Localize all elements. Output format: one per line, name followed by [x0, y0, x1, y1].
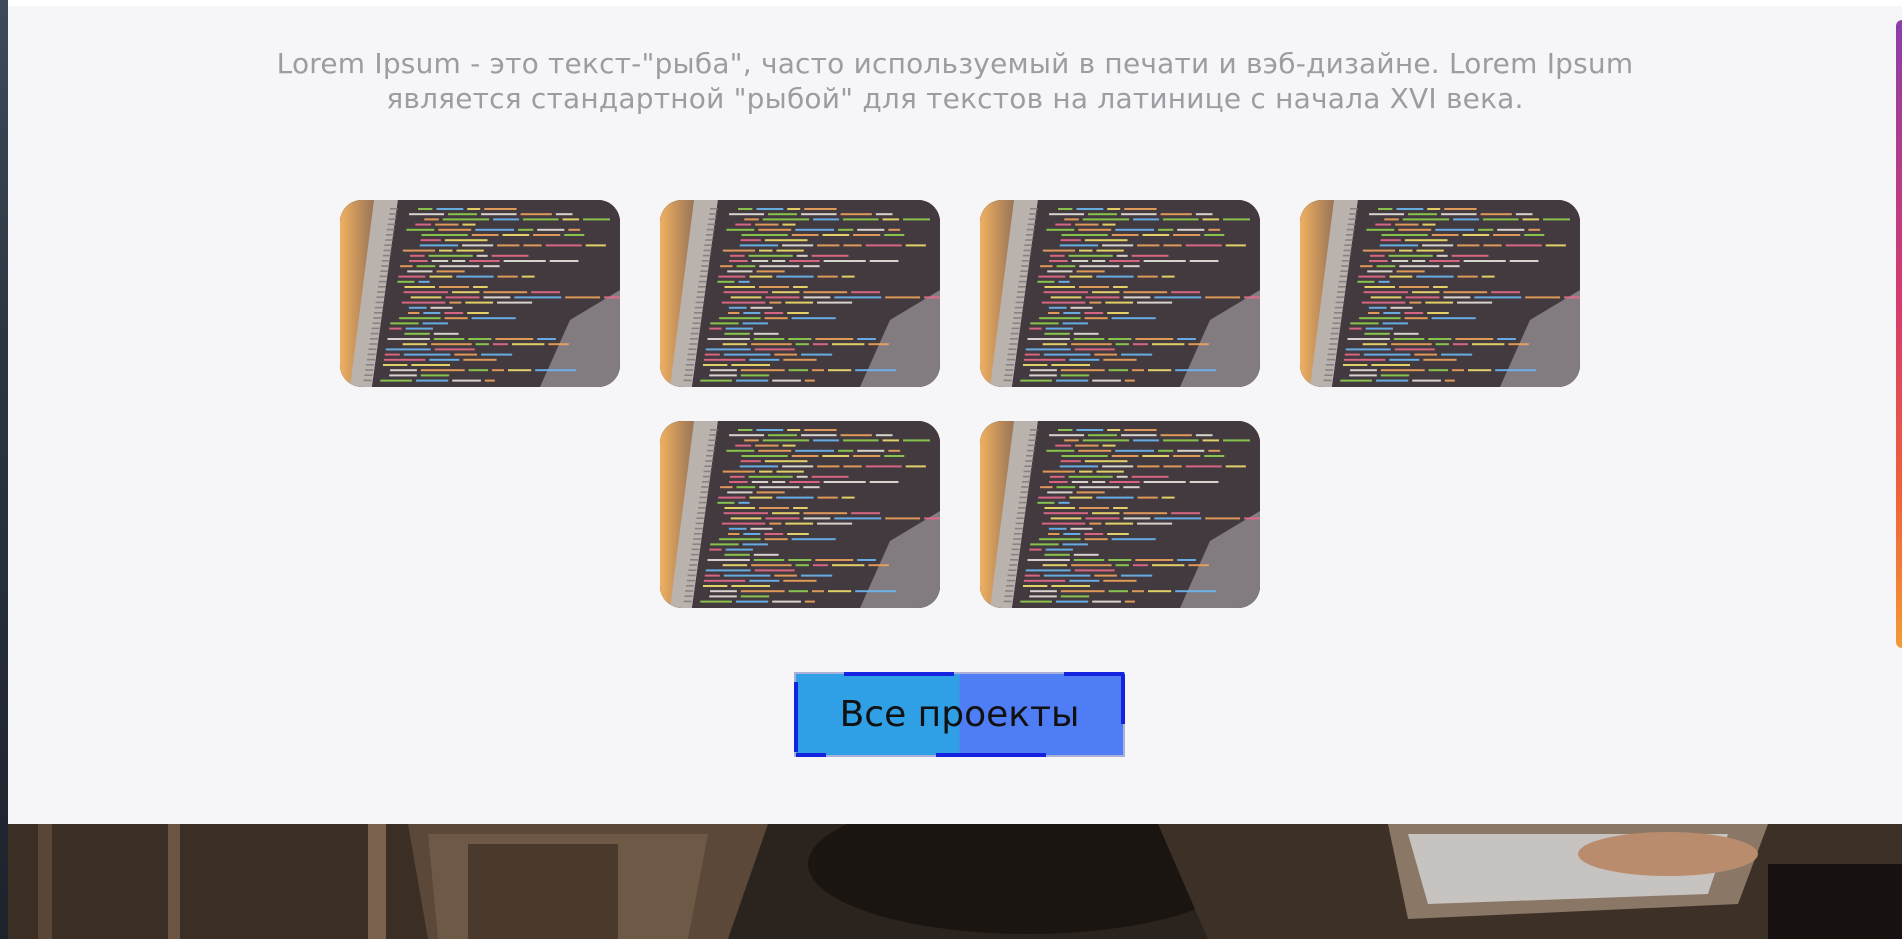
workspace-photo-illustration: [8, 824, 1902, 939]
section-intro-text: Lorem Ipsum - это текст-"рыба", часто ис…: [8, 46, 1902, 116]
button-edge-segment: [1121, 674, 1125, 724]
project-card[interactable]: [340, 200, 620, 387]
button-edge-segment: [1064, 672, 1124, 676]
all-projects-button[interactable]: Все проекты: [794, 672, 1125, 757]
intro-line-1: Lorem Ipsum - это текст-"рыба", часто ис…: [276, 47, 1634, 80]
project-card[interactable]: [1300, 200, 1580, 387]
workspace-background-photo: [8, 824, 1902, 939]
project-card[interactable]: [980, 421, 1260, 608]
projects-section: Lorem Ipsum - это текст-"рыба", часто ис…: [8, 6, 1902, 824]
button-edge-segment: [844, 672, 954, 676]
code-laptop-thumbnail: [340, 200, 620, 387]
button-edge-segment: [796, 753, 826, 757]
projects-grid: [340, 200, 1584, 608]
code-laptop-thumbnail: [1300, 200, 1580, 387]
code-laptop-thumbnail: [660, 200, 940, 387]
all-projects-label: Все проекты: [839, 694, 1080, 735]
browser-left-edge: [0, 0, 8, 939]
project-card[interactable]: [980, 200, 1260, 387]
button-edge-segment: [794, 682, 798, 752]
project-card[interactable]: [660, 421, 940, 608]
project-card[interactable]: [660, 200, 940, 387]
intro-line-2: является стандартной "рыбой" для текстов…: [386, 82, 1524, 115]
code-laptop-thumbnail: [660, 421, 940, 608]
code-laptop-thumbnail: [980, 421, 1260, 608]
code-laptop-thumbnail: [980, 200, 1260, 387]
button-edge-segment: [936, 753, 1046, 757]
